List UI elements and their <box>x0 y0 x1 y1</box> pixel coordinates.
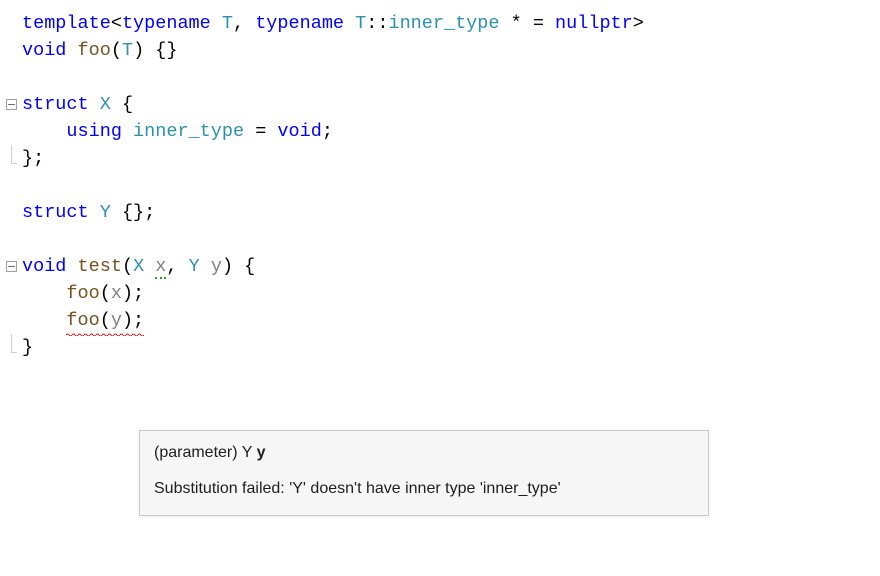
keyword-struct: struct <box>22 202 89 223</box>
parameter: x <box>155 256 166 279</box>
gutter <box>0 253 22 272</box>
alias-name: inner_type <box>133 121 244 142</box>
keyword-template: template <box>22 13 111 34</box>
code-line[interactable]: }; <box>0 145 880 172</box>
code-line[interactable]: using inner_type = void; <box>0 118 880 145</box>
fold-toggle-icon[interactable] <box>6 261 17 272</box>
keyword-nullptr: nullptr <box>555 13 633 34</box>
blank-line[interactable] <box>0 226 880 253</box>
type-name: X <box>100 94 111 115</box>
keyword-void: void <box>277 121 321 142</box>
keyword-void: void <box>22 40 66 61</box>
code-line[interactable]: struct Y {}; <box>0 199 880 226</box>
code-editor[interactable]: template<typename T, typename T::inner_t… <box>0 0 880 361</box>
blank-line[interactable] <box>0 172 880 199</box>
type-param: T <box>222 13 233 34</box>
code-line[interactable]: void test(X x, Y y) { <box>0 253 880 280</box>
keyword-void: void <box>22 256 66 277</box>
dependent-type: inner_type <box>388 13 499 34</box>
code-line[interactable]: foo(x); <box>0 280 880 307</box>
keyword-typename: typename <box>122 13 211 34</box>
keyword-typename: typename <box>255 13 344 34</box>
gutter <box>0 91 22 110</box>
parameter: y <box>211 256 222 277</box>
code-line[interactable]: foo(y); <box>0 307 880 334</box>
function-call: foo <box>66 310 99 331</box>
code-line[interactable]: struct X { <box>0 91 880 118</box>
keyword-using: using <box>66 121 122 142</box>
type-name: Y <box>100 202 111 223</box>
code-line[interactable]: void foo(T) {} <box>0 37 880 64</box>
function-name: test <box>78 256 122 277</box>
tooltip-message: Substitution failed: 'Y' doesn't have in… <box>154 477 694 501</box>
error-squiggle[interactable]: foo(y); <box>66 307 144 334</box>
hover-tooltip: (parameter) Y y Substitution failed: 'Y'… <box>139 430 709 516</box>
fold-toggle-icon[interactable] <box>6 99 17 110</box>
code-line[interactable]: template<typename T, typename T::inner_t… <box>0 10 880 37</box>
tooltip-signature: (parameter) Y y <box>154 441 694 465</box>
function-call: foo <box>66 283 99 304</box>
blank-line[interactable] <box>0 64 880 91</box>
function-name: foo <box>78 40 111 61</box>
keyword-struct: struct <box>22 94 89 115</box>
code-line[interactable]: } <box>0 334 880 361</box>
